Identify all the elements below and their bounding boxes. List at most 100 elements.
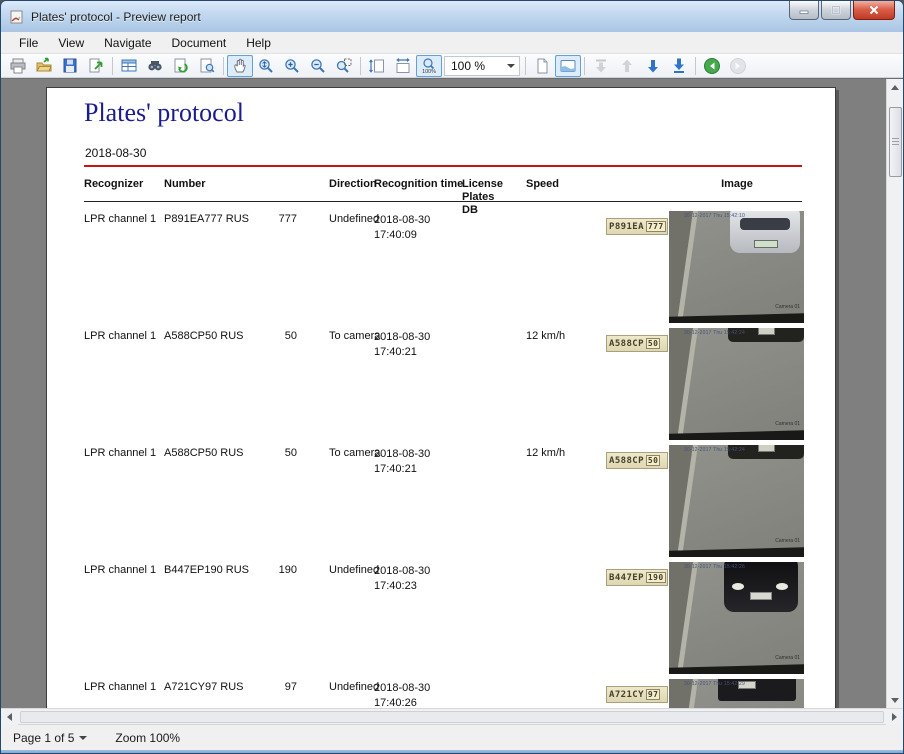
plate-text: A588CP	[609, 455, 644, 466]
close-button[interactable]	[853, 1, 895, 20]
fit-page-width-icon[interactable]	[390, 55, 416, 77]
camera-frame-image: 30-12-2017 Thu 15:42:26 Camera 01	[669, 562, 804, 674]
camera-timestamp: 30-12-2017 Thu 15:42:24	[684, 330, 745, 336]
camera-frame-bottom	[669, 547, 804, 557]
scroll-up-icon[interactable]	[886, 79, 903, 95]
single-page-icon[interactable]	[529, 55, 555, 77]
table-row: LPR channel 1 A588CP50 RUS 50 To camera …	[47, 445, 835, 564]
plate-region-text: 50	[645, 455, 661, 466]
window-title: Plates' protocol - Preview report	[31, 9, 201, 24]
horizontal-scrollbar[interactable]	[1, 708, 903, 725]
zoom-level-value: 100 %	[451, 58, 486, 73]
zoom-100-icon[interactable]: 100%	[416, 54, 442, 77]
toolbar: 100% 100 %	[1, 54, 903, 78]
zoom-level-select[interactable]: 100 %	[444, 55, 520, 76]
toolbar-separator	[525, 56, 526, 75]
cell-recognizer: LPR channel 1	[84, 213, 157, 225]
camera-label: Camera 01	[775, 655, 800, 661]
camera-label: Camera 01	[775, 421, 800, 427]
toolbar-separator	[223, 56, 224, 75]
vertical-scrollbar[interactable]	[886, 79, 903, 708]
fit-page-height-icon[interactable]	[364, 55, 390, 77]
scroll-right-icon[interactable]	[886, 708, 903, 725]
cell-recognition-time: 2018-08-30 17:40:09	[374, 213, 430, 243]
title-bar[interactable]: Plates' protocol - Preview report	[1, 1, 903, 32]
plate-crop-image: P891EA 777	[606, 218, 668, 235]
hand-tool-icon[interactable]	[227, 54, 253, 77]
vertical-scrollbar-thumb[interactable]	[888, 107, 902, 177]
recognition-time: 17:40:09	[374, 228, 417, 241]
back-icon[interactable]	[699, 55, 725, 77]
next-page-icon[interactable]	[640, 55, 666, 77]
previous-page-icon[interactable]	[614, 55, 640, 77]
recognition-date: 2018-08-30	[374, 565, 431, 577]
cell-number: A721CY97 RUS	[164, 681, 244, 693]
last-page-icon[interactable]	[666, 55, 692, 77]
camera-frame-bottom	[669, 664, 804, 674]
camera-frame-image: 30-12-2017 Thu 15:42:10 Camera 01	[669, 211, 804, 323]
plate-region-text: 97	[645, 689, 661, 700]
zoom-out-icon[interactable]	[305, 55, 331, 77]
zoom-dynamic-icon[interactable]	[253, 55, 279, 77]
toolbar-separator	[360, 56, 361, 75]
chevron-down-icon	[507, 63, 515, 68]
cell-recognizer: LPR channel 1	[84, 330, 157, 342]
menu-navigate[interactable]: Navigate	[94, 34, 161, 52]
zoom-region-icon[interactable]	[331, 55, 357, 77]
camera-frame-image: 30-12-2017 Thu 15:42:24 Camera 01	[669, 445, 804, 557]
print-icon[interactable]	[5, 55, 31, 77]
cell-number: P891EA777 RUS	[164, 213, 249, 225]
page-selector[interactable]: Page 1 of 5	[13, 731, 88, 745]
recognition-time: 17:40:21	[374, 462, 417, 475]
cell-region-code: 97	[284, 681, 297, 693]
cell-direction: Undefined	[329, 681, 380, 693]
cell-direction: To camera	[329, 330, 381, 342]
camera-frame-image: 30-12-2017 Thu 15:42:24 Camera 01	[669, 328, 804, 440]
maximize-button[interactable]	[821, 1, 851, 20]
plate-region-text: 190	[645, 572, 666, 583]
camera-timestamp: 30-12-2017 Thu 15:42:29	[684, 681, 745, 687]
recognition-time: 17:40:23	[374, 579, 417, 592]
report-rows: LPR channel 1 P891EA777 RUS 777 Undefine…	[47, 88, 835, 708]
refresh-icon[interactable]	[168, 55, 194, 77]
parameters-icon[interactable]	[116, 55, 142, 77]
cell-region-code: 50	[284, 447, 297, 459]
menu-help[interactable]: Help	[236, 34, 281, 52]
first-page-icon[interactable]	[588, 55, 614, 77]
svg-text:100%: 100%	[422, 69, 436, 75]
camera-frame-bottom	[669, 430, 804, 440]
cell-recognition-time: 2018-08-30 17:40:23	[374, 564, 430, 594]
toolbar-separator	[112, 56, 113, 75]
cell-region-code: 777	[278, 213, 297, 225]
menu-view[interactable]: View	[48, 34, 94, 52]
recognition-date: 2018-08-30	[374, 682, 431, 694]
window-bottom-border	[1, 750, 903, 753]
recognition-date: 2018-08-30	[374, 448, 431, 460]
table-row: LPR channel 1 A588CP50 RUS 50 To camera …	[47, 328, 835, 447]
cell-recognizer: LPR channel 1	[84, 564, 157, 576]
forward-icon[interactable]	[725, 55, 751, 77]
recognition-time: 17:40:26	[374, 696, 417, 708]
open-icon[interactable]	[31, 55, 57, 77]
chevron-down-icon	[79, 735, 88, 740]
minimize-button[interactable]	[789, 1, 819, 20]
scroll-down-icon[interactable]	[886, 692, 903, 708]
zoom-in-icon[interactable]	[279, 55, 305, 77]
menu-document[interactable]: Document	[162, 34, 237, 52]
report-page: Plates' protocol 2018-08-30 Recognizer N…	[46, 87, 836, 708]
toolbar-separator	[695, 56, 696, 75]
find-icon[interactable]	[142, 55, 168, 77]
camera-label: Camera 01	[775, 538, 800, 544]
save-icon[interactable]	[57, 55, 83, 77]
page-setup-icon[interactable]	[194, 55, 220, 77]
horizontal-scrollbar-thumb[interactable]	[20, 710, 884, 723]
scroll-left-icon[interactable]	[1, 708, 18, 725]
plate-region-text: 50	[645, 338, 661, 349]
report-preview-area[interactable]: Plates' protocol 2018-08-30 Recognizer N…	[1, 79, 886, 708]
export-icon[interactable]	[83, 55, 109, 77]
preview-report-window: Plates' protocol - Preview report File V…	[0, 0, 904, 754]
menu-file[interactable]: File	[9, 34, 48, 52]
continuous-pages-icon[interactable]	[555, 54, 581, 77]
cell-direction: Undefined	[329, 213, 380, 225]
cell-recognition-time: 2018-08-30 17:40:21	[374, 330, 430, 360]
